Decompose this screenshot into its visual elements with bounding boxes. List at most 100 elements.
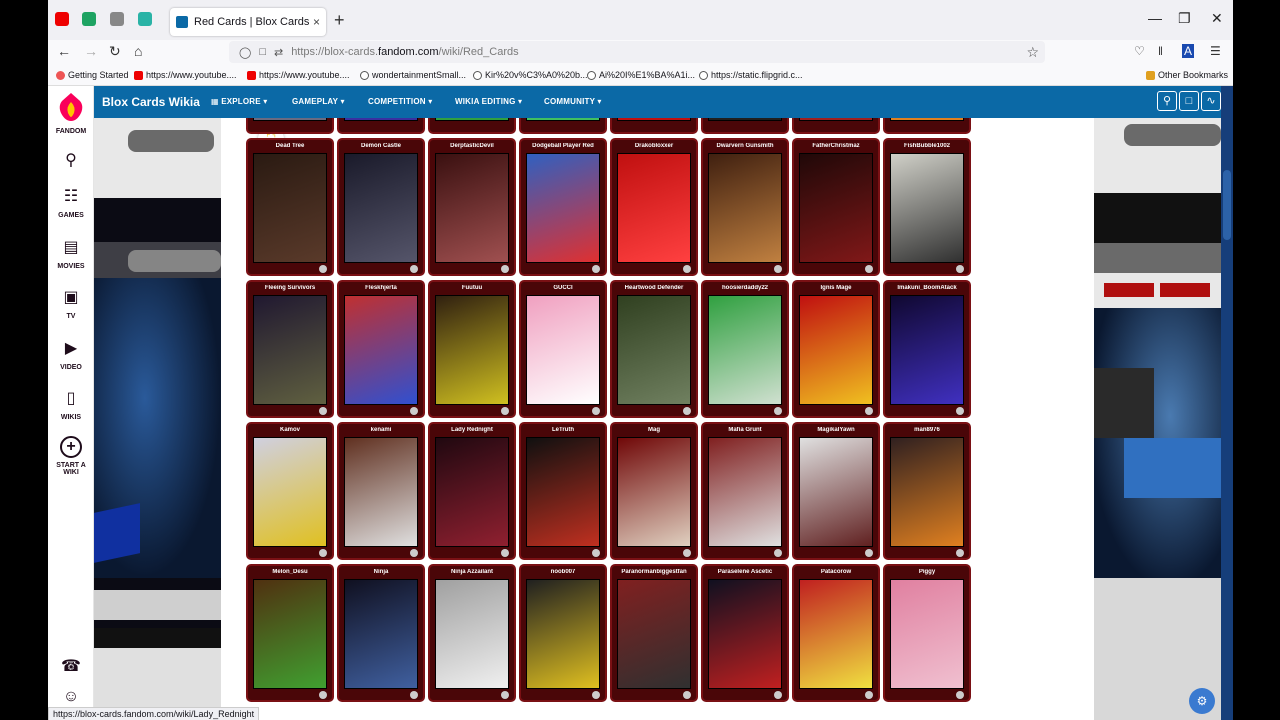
card[interactable]: Piggy [883, 564, 971, 702]
sidebar-item-wikis[interactable]: ▯ WIKIS [48, 388, 94, 421]
minimize-icon[interactable]: — [1148, 10, 1162, 26]
card[interactable]: Patacorow [792, 564, 880, 702]
pinned-tab-classroom-icon[interactable] [138, 12, 152, 26]
new-tab-button[interactable]: + [334, 10, 345, 31]
pocket-icon[interactable]: ♡ [1134, 44, 1145, 58]
card[interactable]: Lady Rednight [428, 422, 516, 560]
card[interactable]: Mag [610, 422, 698, 560]
bookmark-item[interactable]: Getting Started [56, 70, 129, 80]
card-art [708, 579, 782, 689]
card[interactable]: Paranormanbiggestfan [610, 564, 698, 702]
card-name: Patacorow [820, 569, 852, 575]
wiki-title[interactable]: Blox Cards Wikia [102, 95, 200, 109]
bookmark-item[interactable]: Ai%20I%E1%BA%A1i... [587, 70, 695, 80]
library-icon[interactable]: ‖ [1158, 44, 1163, 58]
folder-icon [1146, 70, 1155, 80]
discussions-icon[interactable]: □ [1179, 91, 1199, 111]
url-bar[interactable]: ◯ □ ⇄ https://blox-cards. fandom.com/wiki… [229, 41, 1045, 63]
card-partial[interactable] [337, 118, 425, 134]
nav-wikia-editing[interactable]: WIKIA EDITING ▾ [455, 97, 522, 106]
nav-community[interactable]: COMMUNITY ▾ [544, 97, 602, 106]
bookmark-item[interactable]: https://static.flipgrid.c... [699, 70, 803, 80]
notifications-button[interactable]: ☎ [48, 656, 94, 682]
pinned-tab-youtube-icon[interactable] [55, 12, 69, 26]
account-icon[interactable]: A [1182, 44, 1195, 58]
bookmark-item[interactable]: https://www.youtube.... [134, 70, 237, 80]
card[interactable]: Dwarvern Gunsmith [701, 138, 789, 276]
tab-close-icon[interactable]: × [313, 15, 320, 29]
card-badge-icon [319, 265, 327, 273]
card-partial[interactable] [701, 118, 789, 134]
close-window-icon[interactable]: ✕ [1211, 10, 1223, 27]
forward-icon[interactable]: → [84, 43, 98, 59]
wiki-search-icon[interactable]: ⚲ [1157, 91, 1177, 111]
reload-icon[interactable]: ↻ [109, 43, 121, 60]
card[interactable]: Melon_Desu [246, 564, 334, 702]
card[interactable]: FatherChristmaz [792, 138, 880, 276]
search-button[interactable]: ⚲ [48, 150, 94, 176]
nav-gameplay[interactable]: GAMEPLAY ▾ [292, 97, 345, 106]
sidebar-item-movies[interactable]: ▤ MOVIES [48, 237, 94, 270]
menu-icon[interactable]: ☰ [1210, 44, 1221, 58]
card[interactable]: Ignis Mage [792, 280, 880, 418]
firefox-icon [56, 70, 65, 80]
bookmark-item[interactable]: Kir%20v%C3%A0%20b... [473, 70, 588, 80]
card[interactable]: Ninja [337, 564, 425, 702]
bookmark-item[interactable]: wondertainmentSmall... [360, 70, 466, 80]
card-partial[interactable] [610, 118, 698, 134]
card-name: GUCCI [553, 285, 573, 291]
pinned-tab-sheets-icon[interactable] [82, 12, 96, 26]
home-icon[interactable]: ⌂ [134, 43, 142, 59]
card[interactable]: Heartwood Defender [610, 280, 698, 418]
card-partial[interactable] [428, 118, 516, 134]
scrollbar-thumb[interactable] [1223, 170, 1231, 240]
sidebar-item-video[interactable]: ▶ VIDEO [48, 338, 94, 371]
pinned-tab-print-icon[interactable] [110, 12, 124, 26]
card[interactable]: DerptasticDevil [428, 138, 516, 276]
card[interactable]: Ninja Azzailant [428, 564, 516, 702]
back-icon[interactable]: ← [57, 43, 71, 59]
card[interactable]: noob007 [519, 564, 607, 702]
permissions-icon[interactable]: ⇄ [274, 46, 283, 59]
restore-icon[interactable]: ❐ [1178, 10, 1191, 27]
fandom-logo-icon[interactable] [58, 92, 84, 122]
tab-red-cards[interactable]: Red Cards | Blox Cards Wikia | F × [170, 8, 326, 36]
card-partial[interactable] [792, 118, 880, 134]
card-partial[interactable] [883, 118, 971, 134]
card[interactable]: Fleskhjerta [337, 280, 425, 418]
nav-explore[interactable]: ▦ EXPLORE ▾ [211, 97, 267, 106]
card[interactable]: Kamov [246, 422, 334, 560]
card[interactable]: kenami [337, 422, 425, 560]
other-bookmarks[interactable]: Other Bookmarks [1146, 70, 1228, 80]
card[interactable]: Drakobloxxer [610, 138, 698, 276]
activity-icon[interactable]: ∿ [1201, 91, 1221, 111]
bookmark-star-icon[interactable]: ☆ [1026, 44, 1039, 61]
card[interactable]: hoosierdaddy22 [701, 280, 789, 418]
card[interactable]: MagikalYawn [792, 422, 880, 560]
card[interactable]: Demon Castle [337, 138, 425, 276]
card[interactable]: Dodgeball Player Red [519, 138, 607, 276]
card[interactable]: Fleeing Survivors [246, 280, 334, 418]
card[interactable]: Dead Tree [246, 138, 334, 276]
privacy-settings-icon[interactable]: ⚙ [1189, 688, 1215, 714]
card[interactable]: Paraselene Ascetic [701, 564, 789, 702]
sidebar-item-games[interactable]: ☷ GAMES [48, 186, 94, 219]
bookmark-item[interactable]: https://www.youtube.... [247, 70, 350, 80]
shield-icon[interactable]: ◯ [239, 46, 251, 59]
sidebar-item-start-a-wiki[interactable]: + START A WIKI [48, 436, 94, 476]
card-art [526, 579, 600, 689]
card-partial[interactable] [519, 118, 607, 134]
card[interactable]: GUCCI [519, 280, 607, 418]
card[interactable]: FishBubble1002 [883, 138, 971, 276]
lock-icon[interactable]: □ [259, 46, 266, 58]
card-name: Imakuni_BoomAtack [897, 285, 957, 291]
card[interactable]: Mafia Grunt [701, 422, 789, 560]
card-name: Paraselene Ascetic [717, 569, 773, 575]
sidebar-item-tv[interactable]: ▣ TV [48, 287, 94, 320]
card[interactable]: Imakuni_BoomAtack [883, 280, 971, 418]
card[interactable]: man8976 [883, 422, 971, 560]
nav-competition[interactable]: COMPETITION ▾ [368, 97, 432, 106]
card-partial[interactable] [246, 118, 334, 134]
card[interactable]: LeTruth [519, 422, 607, 560]
card[interactable]: Fuutuu [428, 280, 516, 418]
